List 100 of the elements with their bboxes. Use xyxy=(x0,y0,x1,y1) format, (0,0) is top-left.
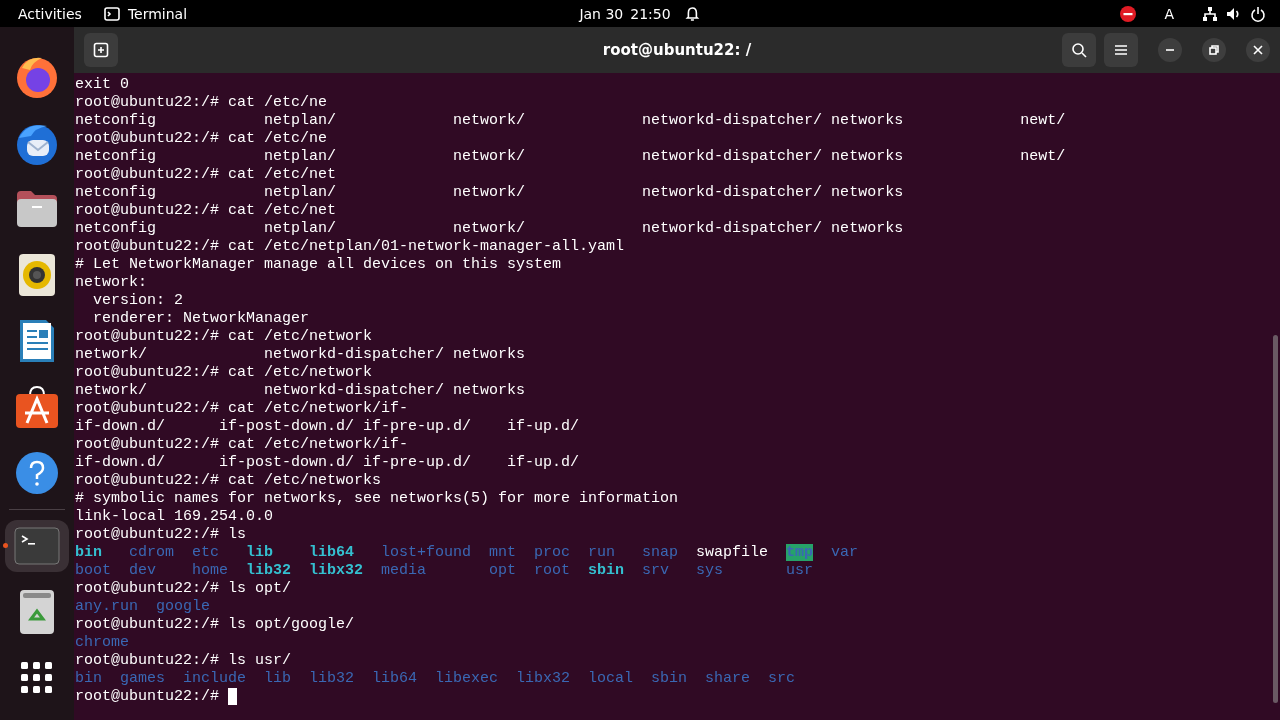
menu-icon xyxy=(1114,44,1128,56)
terminal-line: root@ubuntu22:/# ls opt/ xyxy=(75,580,292,598)
terminal-line: root@ubuntu22:/# cat /etc/networks xyxy=(75,472,382,490)
speaker-icon[interactable] xyxy=(18,253,56,297)
terminal-line: network: xyxy=(75,274,147,292)
bell-icon xyxy=(684,5,701,22)
directory-name: chrome xyxy=(75,634,129,651)
directory-name: snap xyxy=(642,544,679,561)
menu-button[interactable] xyxy=(1104,33,1138,67)
directory-name: local xyxy=(588,670,633,687)
maximize-button[interactable] xyxy=(1202,38,1226,62)
directory-name: google xyxy=(156,598,210,615)
terminal-line: network/ networkd-dispatcher/ networks xyxy=(75,382,526,400)
scrollbar[interactable] xyxy=(1273,335,1278,703)
terminal-line: if-down.d/ if-post-down.d/ if-pre-up.d/ if-up.d/ xyxy=(75,418,580,436)
search-icon xyxy=(1071,42,1087,58)
directory-name: lib xyxy=(246,544,273,561)
directory-name: sbin xyxy=(651,670,687,687)
shopping-bag-icon[interactable] xyxy=(15,385,59,429)
directory-name: dev xyxy=(129,562,156,579)
terminal-line: exit 0 xyxy=(75,76,129,94)
power-icon xyxy=(1250,5,1266,22)
directory-name: srv xyxy=(642,562,670,579)
terminal-icon xyxy=(103,6,120,21)
terminal-line: root@ubuntu22:/# cat /etc/net xyxy=(75,202,337,220)
running-indicator xyxy=(3,543,8,548)
terminal-line: netconfig netplan/ network/ networkd-dispatcher/ networks newt/ xyxy=(75,112,1066,130)
terminal-line: root@ubuntu22:/# cat /etc/network/if- xyxy=(75,400,409,418)
directory-name: bin xyxy=(75,670,102,687)
minimize-button[interactable] xyxy=(1158,38,1182,62)
directory-name: libexec xyxy=(435,670,498,687)
clock[interactable]: Jan 30 21:50 xyxy=(579,5,671,22)
directory-name: cdrom xyxy=(129,544,174,561)
search-button[interactable] xyxy=(1062,33,1096,67)
terminal-line: root@ubuntu22:/# cat /etc/ne xyxy=(75,130,328,148)
directory-name: opt xyxy=(489,562,517,579)
document-icon[interactable] xyxy=(18,318,56,364)
directory-name: sbin xyxy=(588,562,625,579)
network-icon xyxy=(1202,5,1218,22)
close-button[interactable] xyxy=(1246,38,1270,62)
minimize-icon xyxy=(1166,49,1174,51)
trash-icon[interactable] xyxy=(19,589,55,635)
file-name: swapfile xyxy=(696,544,769,561)
terminal-line: renderer: NetworkManager xyxy=(92,310,310,328)
directory-name: var xyxy=(831,544,859,561)
directory-name: libx32 xyxy=(516,670,570,687)
directory-name: lib32 xyxy=(309,670,354,687)
terminal-line: root@ubuntu22:/# ls usr/ xyxy=(75,652,292,670)
directory-name: bin xyxy=(75,544,102,561)
activities-button[interactable]: Activities xyxy=(18,5,82,22)
directory-name: run xyxy=(588,544,616,561)
directory-name: lib32 xyxy=(246,562,291,579)
directory-name: tmp xyxy=(786,544,814,561)
directory-name: usr xyxy=(786,562,814,579)
directory-name: proc xyxy=(534,544,571,561)
terminal-line: netconfig netplan/ network/ networkd-dispatcher/ networks xyxy=(75,184,904,202)
terminal-line: netconfig netplan/ network/ networkd-dispatcher/ networks xyxy=(75,220,904,238)
directory-name: share xyxy=(705,670,750,687)
terminal-prompt: root@ubuntu22:/# xyxy=(75,688,221,706)
app-grid-icon[interactable] xyxy=(21,662,53,694)
directory-name: any.run xyxy=(75,598,138,615)
directory-name: root xyxy=(534,562,571,579)
terminal-icon[interactable] xyxy=(14,527,60,565)
terminal-line: root@ubuntu22:/# cat /etc/netplan/01-network-manager-all.yaml xyxy=(75,238,625,256)
directory-name: lost+found xyxy=(381,544,471,561)
help-icon[interactable] xyxy=(15,451,59,495)
directory-name: mnt xyxy=(489,544,517,561)
directory-name: src xyxy=(768,670,795,687)
stop-icon xyxy=(1120,5,1137,22)
terminal-line: netconfig netplan/ network/ networkd-dispatcher/ networks newt/ xyxy=(75,148,1066,166)
directory-name: libx32 xyxy=(309,562,363,579)
app-menu[interactable]: Terminal xyxy=(127,5,188,22)
directory-name: lib64 xyxy=(309,544,354,561)
restore-icon xyxy=(1209,45,1219,55)
directory-name: lib64 xyxy=(372,670,417,687)
terminal-line: network/ networkd-dispatcher/ networks xyxy=(75,346,526,364)
terminal-line: root@ubuntu22:/# ls opt/google/ xyxy=(75,616,355,634)
terminal-line: version: 2 xyxy=(92,292,184,310)
directory-name: games xyxy=(120,670,165,687)
terminal-line: root@ubuntu22:/# ls xyxy=(75,526,247,544)
directory-name: lib xyxy=(264,670,291,687)
terminal-line: # Let NetworkManager manage all devices on this system xyxy=(75,256,562,274)
window-title: root@ubuntu22: / xyxy=(602,41,752,59)
close-icon xyxy=(1253,45,1263,55)
directory-name: etc xyxy=(192,544,219,561)
terminal-line: root@ubuntu22:/# cat /etc/network/if- xyxy=(75,436,409,454)
folder-icon[interactable] xyxy=(15,189,59,229)
terminal-line: # symbolic names for networks, see networks(5) for more information xyxy=(75,490,679,508)
cursor xyxy=(228,688,238,705)
directory-name: home xyxy=(192,562,228,579)
terminal-line: root@ubuntu22:/# cat /etc/network xyxy=(75,328,373,346)
terminal-line: root@ubuntu22:/# cat /etc/ne xyxy=(75,94,328,112)
directory-name: media xyxy=(381,562,426,579)
directory-name: include xyxy=(183,670,246,687)
new-tab-icon xyxy=(93,42,109,58)
terminal-line: link-local 169.254.0.0 xyxy=(75,508,274,526)
directory-name: boot xyxy=(75,562,111,579)
terminal-line: root@ubuntu22:/# cat /etc/network xyxy=(75,364,373,382)
keyboard-layout[interactable]: A xyxy=(1164,5,1174,22)
new-tab-button[interactable] xyxy=(84,33,118,67)
